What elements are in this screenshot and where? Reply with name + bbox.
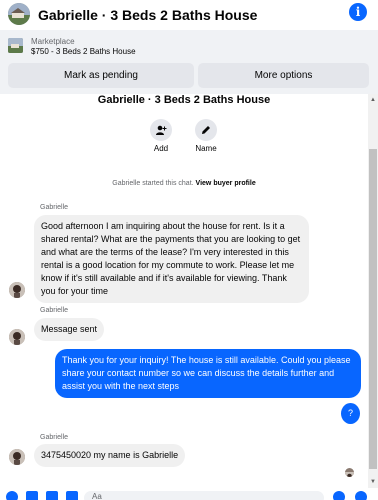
listing-source: Marketplace [31,37,75,46]
name-action[interactable]: Name [186,119,226,153]
gif-icon[interactable] [66,491,78,500]
add-person-icon[interactable] [150,119,172,141]
message-sender: Gabrielle [40,307,69,314]
view-buyer-profile-link[interactable]: View buyer profile [196,180,256,187]
sender-avatar[interactable] [9,449,25,465]
message-input[interactable]: Aa [84,491,324,500]
read-receipt-avatar [345,468,354,477]
message-bubble-outgoing[interactable]: Thank you for your inquiry! The house is… [55,349,361,398]
scroll-down-arrow-icon[interactable]: ▼ [369,478,377,486]
photo-icon[interactable] [26,491,38,500]
add-action[interactable]: Add [141,119,181,153]
chat-thread[interactable]: Gabrielle · 3 Beds 2 Baths House Add Nam… [0,94,368,488]
like-icon[interactable] [355,491,367,500]
sticker-icon[interactable] [46,491,58,500]
name-action-label: Name [195,144,217,153]
message-composer: Aa [0,488,378,500]
add-icon[interactable] [6,491,18,500]
add-action-label: Add [153,144,169,153]
chat-started-notice: Gabrielle started this chat. View buyer … [0,180,368,187]
emoji-icon[interactable] [333,491,345,500]
listing-price-title[interactable]: $750 - 3 Beds 2 Baths House [31,47,136,56]
mark-as-pending-button[interactable]: Mark as pending [8,63,194,88]
message-sender: Gabrielle [40,434,69,441]
message-bubble-outgoing[interactable]: ? [341,403,360,424]
message-sender: Gabrielle [40,204,69,211]
listing-bar: Marketplace $750 - 3 Beds 2 Baths House … [0,30,378,94]
more-options-button[interactable]: More options [198,63,369,88]
sender-avatar[interactable] [9,282,25,298]
pencil-icon[interactable] [195,119,217,141]
message-bubble-incoming[interactable]: Message sent [34,318,105,341]
listing-avatar[interactable] [8,3,30,25]
chat-title[interactable]: Gabrielle · 3 Beds 2 Baths House [38,7,257,23]
listing-thumbnail[interactable] [8,38,23,53]
sender-avatar[interactable] [9,329,25,345]
info-icon[interactable]: i [349,3,367,21]
thread-title: Gabrielle · 3 Beds 2 Baths House [97,94,271,106]
message-bubble-incoming[interactable]: 3475450020 my name is Gabrielle [34,444,186,467]
message-bubble-incoming[interactable]: Good afternoon I am inquiring about the … [34,215,309,303]
scrollbar-thumb[interactable] [369,149,377,469]
chat-started-text: Gabrielle started this chat. [112,180,194,187]
chat-scrollbar[interactable]: ▲ ▼ [368,94,378,488]
chat-header: Gabrielle · 3 Beds 2 Baths House i [0,0,378,30]
scroll-up-arrow-icon[interactable]: ▲ [369,96,377,104]
